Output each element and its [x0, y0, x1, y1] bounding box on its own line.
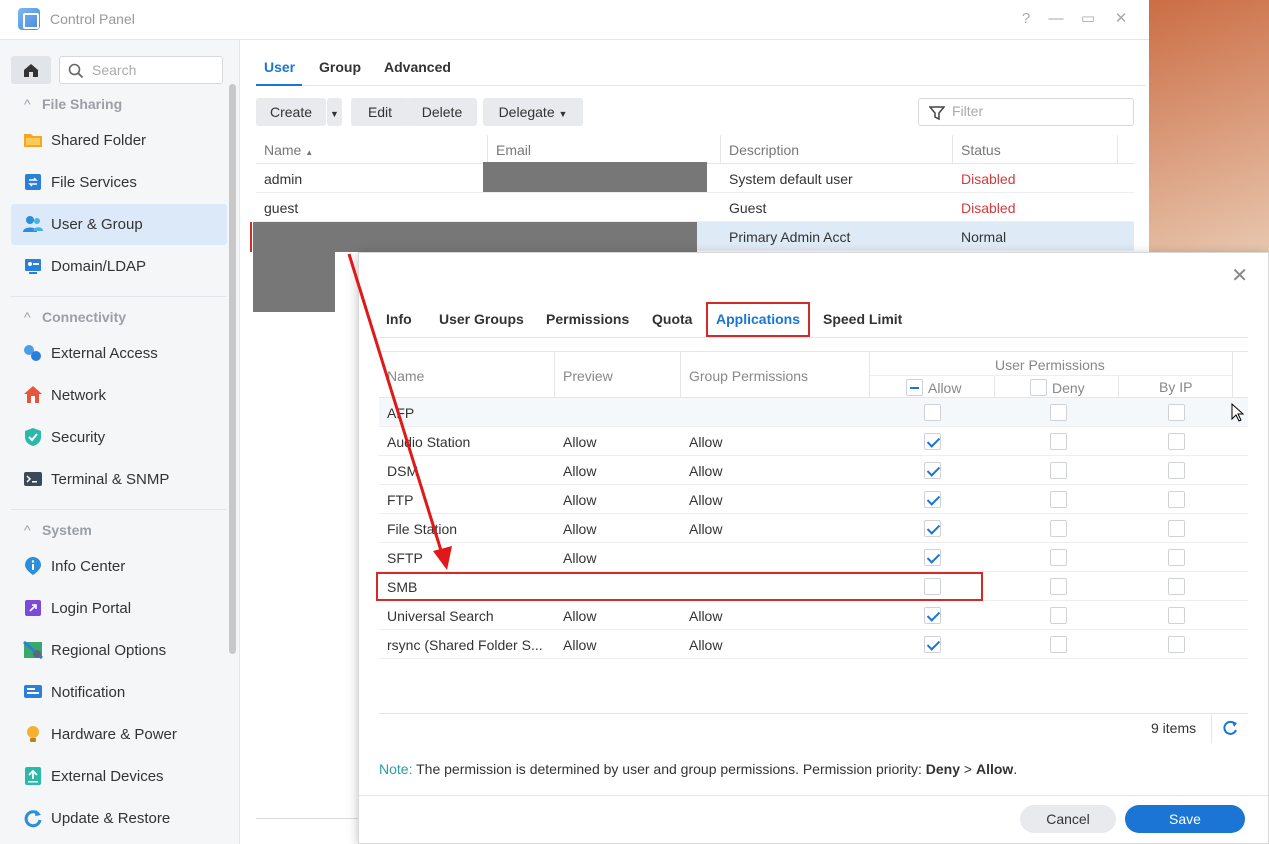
mouse-cursor-icon — [1231, 403, 1245, 422]
annotation-arrow — [347, 253, 452, 570]
